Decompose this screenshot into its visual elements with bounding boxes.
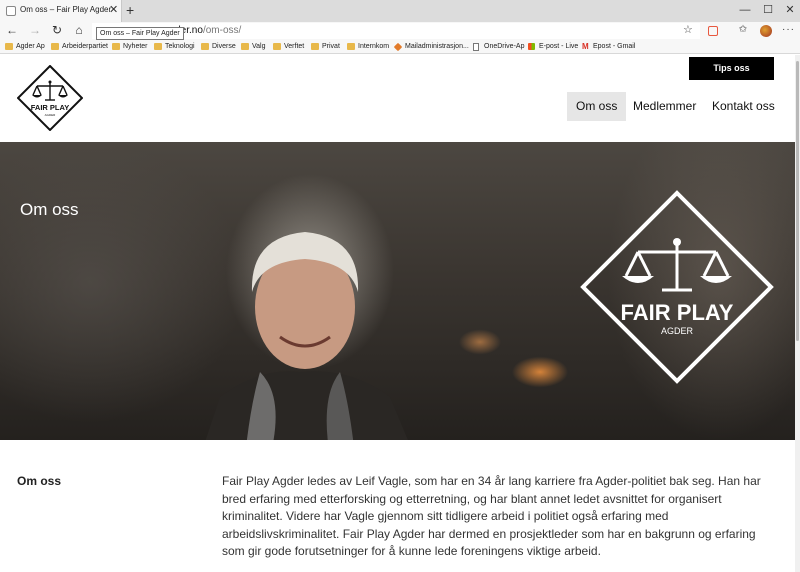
back-icon[interactable]: ← bbox=[3, 22, 21, 40]
hero-logo-subtitle: AGDER bbox=[661, 326, 694, 336]
hero-logo-wordmark: FAIR PLAY bbox=[621, 300, 734, 325]
hero-title: Om oss bbox=[20, 200, 79, 219]
bookmark-item[interactable]: Diverse bbox=[201, 41, 236, 53]
logo-subtitle: AGDER bbox=[45, 113, 57, 117]
bookmark-item[interactable]: Mailadministrasjon... bbox=[393, 41, 469, 53]
tab-title: Om oss – Fair Play Agder bbox=[20, 5, 112, 14]
nav-item-kontakt-oss[interactable]: Kontakt oss bbox=[703, 92, 784, 121]
tab-strip: Om oss – Fair Play Agder ✕ + — ☐ ✕ bbox=[0, 0, 800, 22]
bookmark-item[interactable]: Nyheter bbox=[112, 41, 148, 53]
tips-button[interactable]: Tips oss bbox=[689, 57, 774, 80]
more-menu-icon[interactable]: ··· bbox=[782, 22, 795, 38]
nav-item-om-oss[interactable]: Om oss bbox=[567, 92, 627, 121]
bookmark-item[interactable]: M Epost - Gmail bbox=[582, 41, 635, 53]
close-tab-icon[interactable]: ✕ bbox=[109, 3, 118, 17]
favorite-star-icon[interactable]: ☆ bbox=[683, 23, 693, 36]
hero-fair-play-logo: FAIR PLAY AGDER bbox=[580, 190, 774, 384]
minimize-icon[interactable]: — bbox=[735, 2, 755, 18]
bookmark-item[interactable]: OneDrive-Ap bbox=[473, 41, 524, 53]
fair-play-logo[interactable]: FAIR PLAY AGDER bbox=[17, 65, 83, 131]
favicon-icon bbox=[6, 6, 16, 16]
windows-icon bbox=[528, 43, 535, 50]
collections-icon[interactable] bbox=[708, 26, 718, 36]
bookmark-item[interactable]: Internkom bbox=[347, 41, 389, 53]
bookmark-item[interactable]: Valg bbox=[241, 41, 266, 53]
profile-avatar[interactable] bbox=[760, 25, 772, 37]
close-window-icon[interactable]: ✕ bbox=[780, 2, 800, 18]
folder-icon bbox=[347, 43, 355, 50]
logo-wordmark: FAIR PLAY bbox=[31, 103, 69, 112]
favorites-icon[interactable]: ✩ bbox=[737, 24, 749, 36]
hero-banner: Om oss FAIR PLAY AGDER bbox=[0, 142, 795, 440]
tab-tooltip: Om oss – Fair Play Agder bbox=[96, 27, 184, 40]
section-label: Om oss bbox=[17, 474, 62, 488]
forward-icon[interactable]: → bbox=[26, 22, 44, 40]
page-icon bbox=[473, 43, 479, 51]
folder-icon bbox=[112, 43, 120, 50]
site-header: FAIR PLAY AGDER Tips oss Om oss Medlemme… bbox=[0, 55, 795, 142]
bookmark-item[interactable]: Teknologi bbox=[154, 41, 195, 53]
refresh-icon[interactable]: ↻ bbox=[48, 22, 66, 40]
nav-item-medlemmer[interactable]: Medlemmer bbox=[624, 92, 705, 121]
folder-icon bbox=[241, 43, 249, 50]
folder-icon bbox=[51, 43, 59, 50]
folder-icon bbox=[273, 43, 281, 50]
folder-icon bbox=[311, 43, 319, 50]
folder-icon bbox=[154, 43, 162, 50]
home-icon[interactable]: ⌂ bbox=[70, 22, 88, 40]
office-icon bbox=[393, 42, 403, 52]
folder-icon bbox=[201, 43, 209, 50]
page-scrollbar[interactable] bbox=[795, 55, 800, 572]
new-tab-icon[interactable]: + bbox=[126, 1, 134, 19]
bookmark-item[interactable]: Verftet bbox=[273, 41, 304, 53]
browser-tab[interactable]: Om oss – Fair Play Agder ✕ bbox=[0, 0, 122, 22]
about-paragraph: Fair Play Agder ledes av Leif Vagle, som… bbox=[222, 474, 761, 558]
scrollbar-thumb[interactable] bbox=[796, 61, 799, 341]
hero-photo-person bbox=[205, 232, 408, 440]
gmail-icon: M bbox=[582, 42, 589, 51]
bookmark-item[interactable]: Agder Ap bbox=[5, 41, 45, 53]
bookmark-item[interactable]: Arbeiderpartiet bbox=[51, 41, 108, 53]
bookmarks-bar: Agder Ap Arbeiderpartiet Nyheter Teknolo… bbox=[0, 40, 800, 54]
bookmark-item[interactable]: Privat bbox=[311, 41, 340, 53]
maximize-icon[interactable]: ☐ bbox=[758, 2, 778, 18]
folder-icon bbox=[5, 43, 13, 50]
bookmark-item[interactable]: E-post - Live bbox=[528, 41, 578, 53]
